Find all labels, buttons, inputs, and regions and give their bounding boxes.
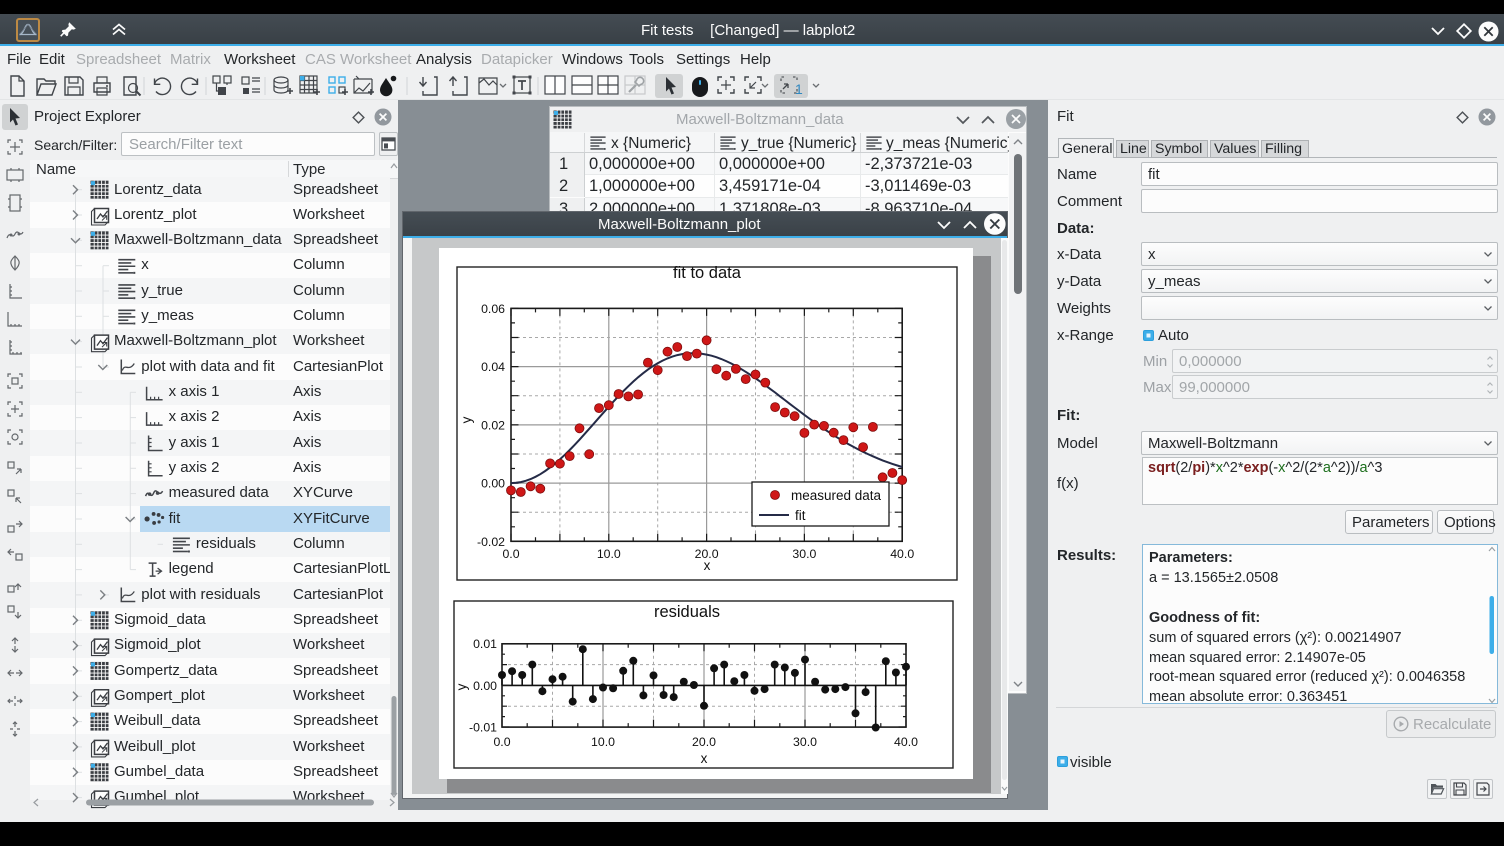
svg-text:30.0: 30.0	[792, 547, 816, 561]
svg-text:0.02: 0.02	[481, 418, 505, 432]
svg-text:measured data: measured data	[791, 488, 882, 503]
svg-text:0.00: 0.00	[481, 477, 505, 491]
svg-text:y: y	[454, 683, 469, 690]
svg-text:40.0: 40.0	[894, 735, 918, 749]
svg-text:1: 1	[795, 81, 803, 97]
svg-text:fit: fit	[795, 508, 806, 523]
svg-text:30.0: 30.0	[793, 735, 817, 749]
svg-text:x: x	[701, 751, 708, 766]
svg-text:0.0: 0.0	[493, 735, 510, 749]
svg-text:0.04: 0.04	[481, 360, 505, 374]
svg-text:40.0: 40.0	[890, 547, 914, 561]
svg-text:fit to data: fit to data	[673, 264, 742, 282]
svg-text:residuals: residuals	[654, 603, 720, 621]
svg-text:0.01: 0.01	[473, 637, 497, 651]
svg-text:0.0: 0.0	[502, 547, 519, 561]
svg-text:-0.02: -0.02	[477, 535, 505, 549]
svg-text:x: x	[704, 558, 711, 573]
svg-text:0.00: 0.00	[473, 679, 497, 693]
svg-text:10.0: 10.0	[597, 547, 621, 561]
svg-text:-0.01: -0.01	[469, 721, 497, 735]
svg-text:20.0: 20.0	[692, 735, 716, 749]
svg-text:y: y	[459, 416, 474, 423]
svg-text:0.06: 0.06	[481, 302, 505, 316]
svg-text:10.0: 10.0	[591, 735, 615, 749]
